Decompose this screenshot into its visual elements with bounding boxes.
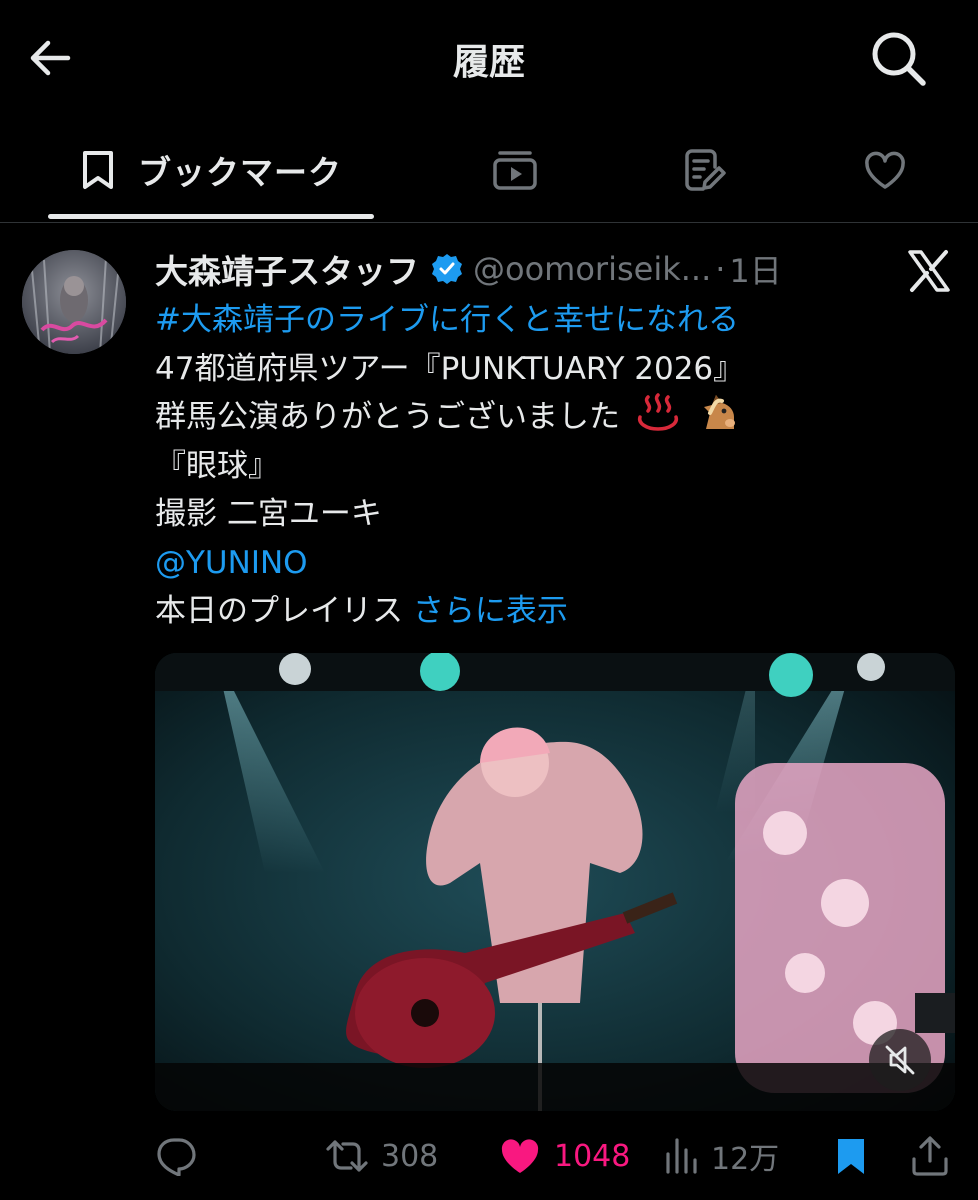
post-video[interactable] bbox=[155, 653, 955, 1111]
notes-icon bbox=[685, 149, 726, 191]
avatar-image bbox=[22, 250, 126, 354]
page-title: 履歴 bbox=[452, 42, 525, 83]
heart-filled-icon bbox=[501, 1139, 539, 1173]
share-icon bbox=[912, 1136, 948, 1176]
post-header: 大森靖子スタッフ @oomoriseik... · 1日 bbox=[155, 246, 782, 292]
author-name[interactable]: 大森靖子スタッフ bbox=[155, 245, 419, 293]
bookmark-filled-icon bbox=[838, 1139, 864, 1174]
video-frame bbox=[155, 653, 955, 1111]
repost-button[interactable]: 308 bbox=[325, 1128, 438, 1184]
active-tab-indicator bbox=[48, 214, 374, 219]
hashtag-link[interactable]: #大森靖子のライブに行くと幸せになれる bbox=[155, 302, 739, 338]
tab-bookmarks-label: ブックマーク bbox=[138, 153, 342, 192]
hot-springs-emoji bbox=[636, 393, 680, 433]
like-count: 1048 bbox=[554, 1138, 631, 1174]
post-timestamp[interactable]: 1日 bbox=[729, 246, 781, 292]
post-text-line: 撮影 二宮ユーキ bbox=[155, 496, 382, 532]
tab-notes[interactable] bbox=[660, 118, 750, 222]
tab-bar: ブックマーク bbox=[0, 118, 978, 223]
views-button[interactable]: 12万 bbox=[663, 1128, 779, 1184]
views-count: 12万 bbox=[711, 1142, 780, 1177]
separator-dot: · bbox=[715, 250, 726, 288]
post-text-line: 『眼球』 bbox=[155, 447, 279, 484]
post-actions: 308 1048 12万 bbox=[155, 1128, 955, 1184]
video-icon bbox=[493, 151, 537, 190]
post-text-line: 群馬公演ありがとうございました bbox=[155, 399, 620, 435]
reply-icon bbox=[157, 1138, 196, 1176]
post-text-line: 本日のプレイリス bbox=[155, 593, 403, 629]
muted-icon bbox=[885, 1045, 915, 1075]
avatar[interactable] bbox=[22, 250, 126, 354]
horse-face-emoji bbox=[696, 393, 740, 433]
search-button[interactable] bbox=[868, 28, 930, 90]
share-button[interactable] bbox=[910, 1128, 950, 1184]
x-logo-icon bbox=[906, 248, 952, 294]
bookmark-button[interactable] bbox=[835, 1128, 867, 1184]
tab-videos[interactable] bbox=[470, 118, 560, 222]
repost-count: 308 bbox=[381, 1138, 439, 1174]
mute-button[interactable] bbox=[869, 1029, 931, 1091]
verified-badge-icon bbox=[432, 254, 462, 284]
tab-likes[interactable] bbox=[840, 118, 930, 222]
like-button[interactable]: 1048 bbox=[498, 1128, 630, 1184]
repost-icon bbox=[326, 1140, 368, 1172]
reply-button[interactable] bbox=[155, 1128, 209, 1184]
post-text-line: 47都道府県ツアー『PUNKTUARY 2026』 bbox=[155, 350, 745, 387]
post-body: #大森靖子のライブに行くと幸せになれる 47都道府県ツアー『PUNKTUARY … bbox=[155, 296, 744, 636]
bookmark-icon bbox=[83, 151, 113, 189]
tab-bookmarks[interactable]: ブックマーク bbox=[48, 118, 374, 222]
top-bar: 履歴 bbox=[0, 0, 978, 115]
mention-link[interactable]: @YUNINO bbox=[155, 545, 308, 581]
heart-icon bbox=[865, 151, 905, 189]
search-icon bbox=[872, 32, 926, 86]
show-more-link[interactable]: さらに表示 bbox=[413, 593, 568, 629]
author-handle[interactable]: @oomoriseik... bbox=[473, 250, 711, 288]
views-icon bbox=[666, 1138, 697, 1174]
